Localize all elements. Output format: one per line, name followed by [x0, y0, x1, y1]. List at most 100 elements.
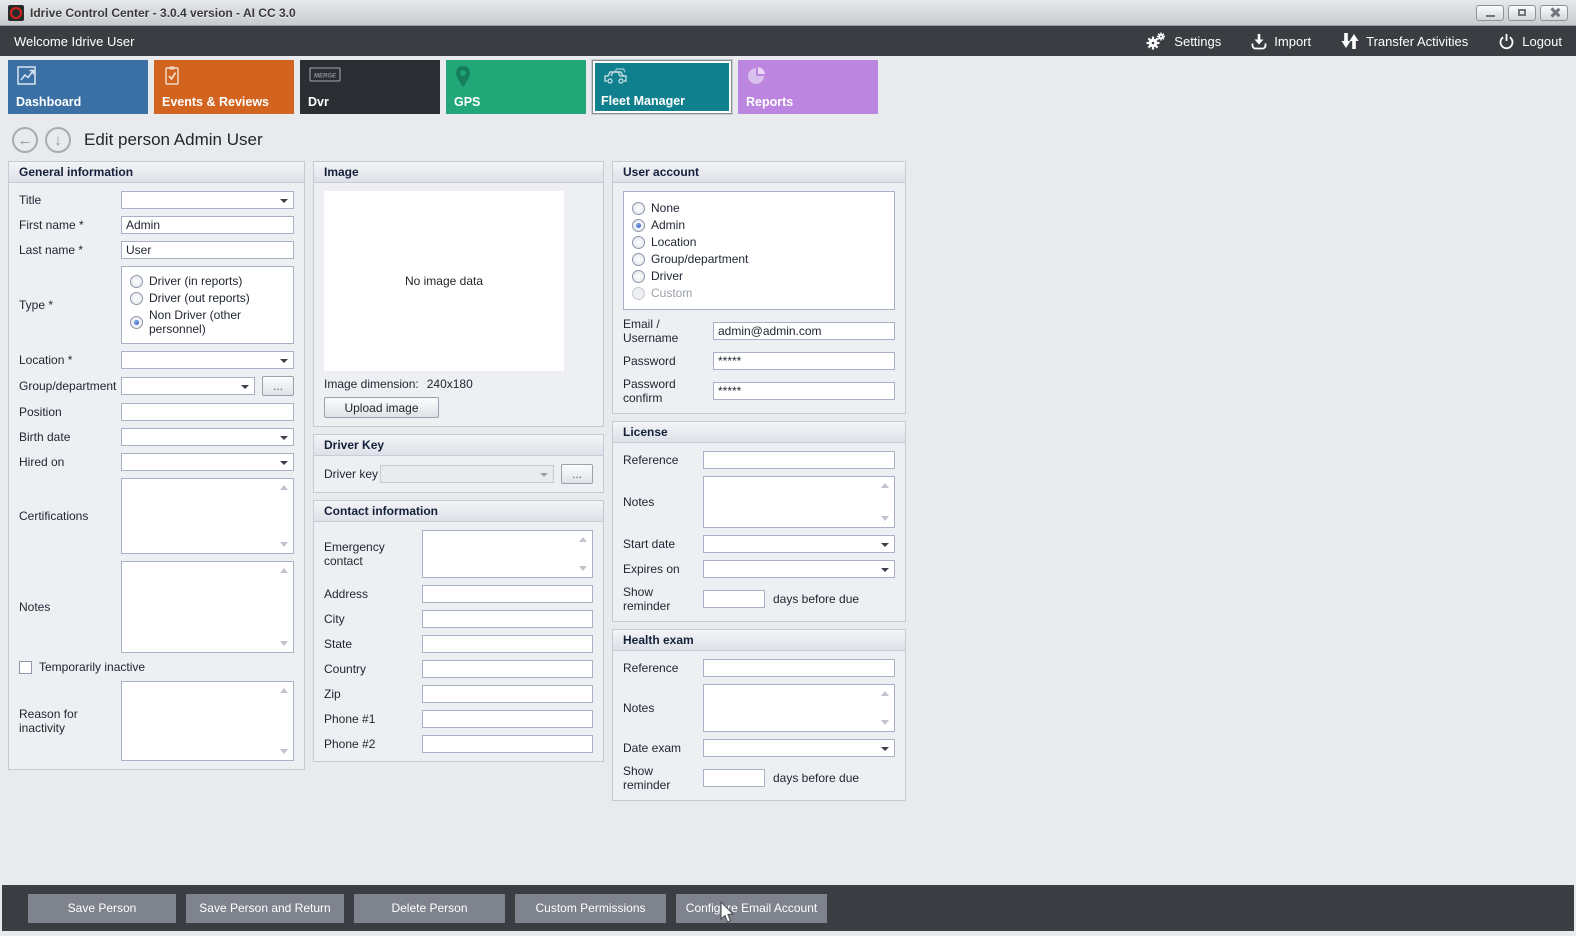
contact-information-header: Contact information	[314, 501, 603, 522]
clipboard-check-icon	[162, 76, 182, 90]
country-input[interactable]	[422, 660, 593, 678]
type-radio-group: Driver (in reports) Driver (out reports)…	[121, 266, 294, 344]
expires-on-dropdown[interactable]	[703, 560, 895, 578]
first-name-label: First name *	[19, 218, 121, 232]
group-department-dropdown[interactable]	[121, 377, 255, 395]
tab-gps[interactable]: GPS	[446, 60, 586, 114]
scroll-down-button[interactable]: ↓	[45, 127, 71, 153]
phone2-label: Phone #2	[324, 737, 422, 751]
temporarily-inactive-row[interactable]: Temporarily inactive	[19, 660, 294, 674]
maximize-button[interactable]	[1508, 5, 1536, 21]
tab-dashboard[interactable]: Dashboard	[8, 60, 148, 114]
title-label: Title	[19, 193, 121, 207]
save-person-return-button[interactable]: Save Person and Return	[186, 894, 344, 923]
role-option-group-department[interactable]: Group/department	[632, 252, 886, 266]
license-header: License	[613, 422, 905, 443]
driver-key-dropdown[interactable]	[380, 465, 554, 483]
type-option-label: Driver (out reports)	[149, 291, 250, 305]
position-input[interactable]	[121, 403, 294, 421]
last-name-label: Last name *	[19, 243, 121, 257]
page-title-action: Edit person	[84, 130, 170, 149]
location-dropdown[interactable]	[121, 351, 294, 369]
license-notes-textarea[interactable]	[703, 476, 895, 528]
license-reminder-input[interactable]	[703, 590, 765, 608]
tab-fleet-manager[interactable]: Fleet Manager	[592, 60, 732, 114]
minimize-icon	[1486, 15, 1495, 17]
type-option-label: Driver (in reports)	[149, 274, 242, 288]
certifications-textarea[interactable]	[121, 478, 294, 554]
page-title-person: Admin User	[174, 130, 263, 149]
birth-date-dropdown[interactable]	[121, 428, 294, 446]
title-dropdown[interactable]	[121, 191, 294, 209]
close-button[interactable]	[1540, 5, 1568, 21]
window-title: Idrive Control Center - 3.0.4 version - …	[30, 6, 296, 20]
state-input[interactable]	[422, 635, 593, 653]
tab-events-reviews[interactable]: Events & Reviews	[154, 60, 294, 114]
upload-image-button[interactable]: Upload image	[324, 397, 439, 418]
tab-events-reviews-label: Events & Reviews	[162, 95, 269, 109]
health-reminder-input[interactable]	[703, 769, 765, 787]
configure-email-account-button[interactable]: Configure Email Account	[676, 894, 827, 923]
custom-permissions-button[interactable]: Custom Permissions	[515, 894, 666, 923]
logout-button[interactable]: Logout	[1498, 33, 1562, 50]
import-button[interactable]: Import	[1251, 33, 1311, 50]
role-option-admin[interactable]: Admin	[632, 218, 886, 232]
settings-label: Settings	[1174, 34, 1221, 49]
settings-button[interactable]: Settings	[1145, 32, 1221, 50]
state-label: State	[324, 637, 422, 651]
type-option-driver-in-reports[interactable]: Driver (in reports)	[130, 274, 285, 288]
type-option-driver-out-reports[interactable]: Driver (out reports)	[130, 291, 285, 305]
health-notes-textarea[interactable]	[703, 684, 895, 732]
transfer-activities-button[interactable]: Transfer Activities	[1341, 32, 1468, 50]
page-title: Edit person Admin User	[84, 130, 263, 150]
certifications-label: Certifications	[19, 509, 121, 523]
birth-date-label: Birth date	[19, 430, 121, 444]
address-input[interactable]	[422, 585, 593, 603]
hired-on-dropdown[interactable]	[121, 453, 294, 471]
city-input[interactable]	[422, 610, 593, 628]
minimize-button[interactable]	[1476, 5, 1504, 21]
type-option-non-driver[interactable]: Non Driver (other personnel)	[130, 308, 285, 336]
emergency-contact-textarea[interactable]	[422, 530, 593, 578]
type-label: Type *	[19, 298, 121, 312]
notes-label: Notes	[19, 600, 121, 614]
health-reference-input[interactable]	[703, 659, 895, 677]
first-name-input[interactable]	[121, 216, 294, 234]
phone2-input[interactable]	[422, 735, 593, 753]
license-notes-label: Notes	[623, 495, 703, 509]
role-option-location[interactable]: Location	[632, 235, 886, 249]
reason-inactivity-textarea[interactable]	[121, 681, 294, 761]
role-option-driver[interactable]: Driver	[632, 269, 886, 283]
reason-inactivity-label: Reason for inactivity	[19, 707, 121, 735]
password-input[interactable]	[713, 352, 895, 370]
start-date-dropdown[interactable]	[703, 535, 895, 553]
start-date-label: Start date	[623, 537, 703, 551]
notes-textarea[interactable]	[121, 561, 294, 653]
tab-dvr[interactable]: MERGE Dvr	[300, 60, 440, 114]
image-dimension-value: 240x180	[427, 377, 473, 391]
zip-input[interactable]	[422, 685, 593, 703]
temporarily-inactive-checkbox[interactable]	[19, 661, 32, 674]
city-label: City	[324, 612, 422, 626]
column-image-contact: Image No image data Image dimension: 240…	[313, 161, 604, 762]
tab-reports[interactable]: Reports	[738, 60, 878, 114]
module-nav: Dashboard Events & Reviews MERGE Dvr GPS…	[0, 56, 1576, 118]
role-option-label: Group/department	[651, 252, 748, 266]
group-department-browse-button[interactable]: ...	[262, 376, 294, 396]
expires-on-label: Expires on	[623, 562, 703, 576]
last-name-input[interactable]	[121, 241, 294, 259]
date-exam-dropdown[interactable]	[703, 739, 895, 757]
email-username-input[interactable]	[713, 322, 895, 340]
save-person-button[interactable]: Save Person	[28, 894, 176, 923]
license-reference-input[interactable]	[703, 451, 895, 469]
password-confirm-label: Password confirm	[623, 377, 713, 405]
back-button[interactable]: ←	[12, 127, 38, 153]
password-confirm-input[interactable]	[713, 382, 895, 400]
delete-person-button[interactable]: Delete Person	[354, 894, 505, 923]
driver-key-browse-button[interactable]: ...	[561, 464, 593, 484]
role-option-label: Admin	[651, 218, 685, 232]
phone1-input[interactable]	[422, 710, 593, 728]
health-reminder-label: Show reminder	[623, 764, 703, 792]
role-option-none[interactable]: None	[632, 201, 886, 215]
map-pin-icon	[454, 78, 472, 92]
